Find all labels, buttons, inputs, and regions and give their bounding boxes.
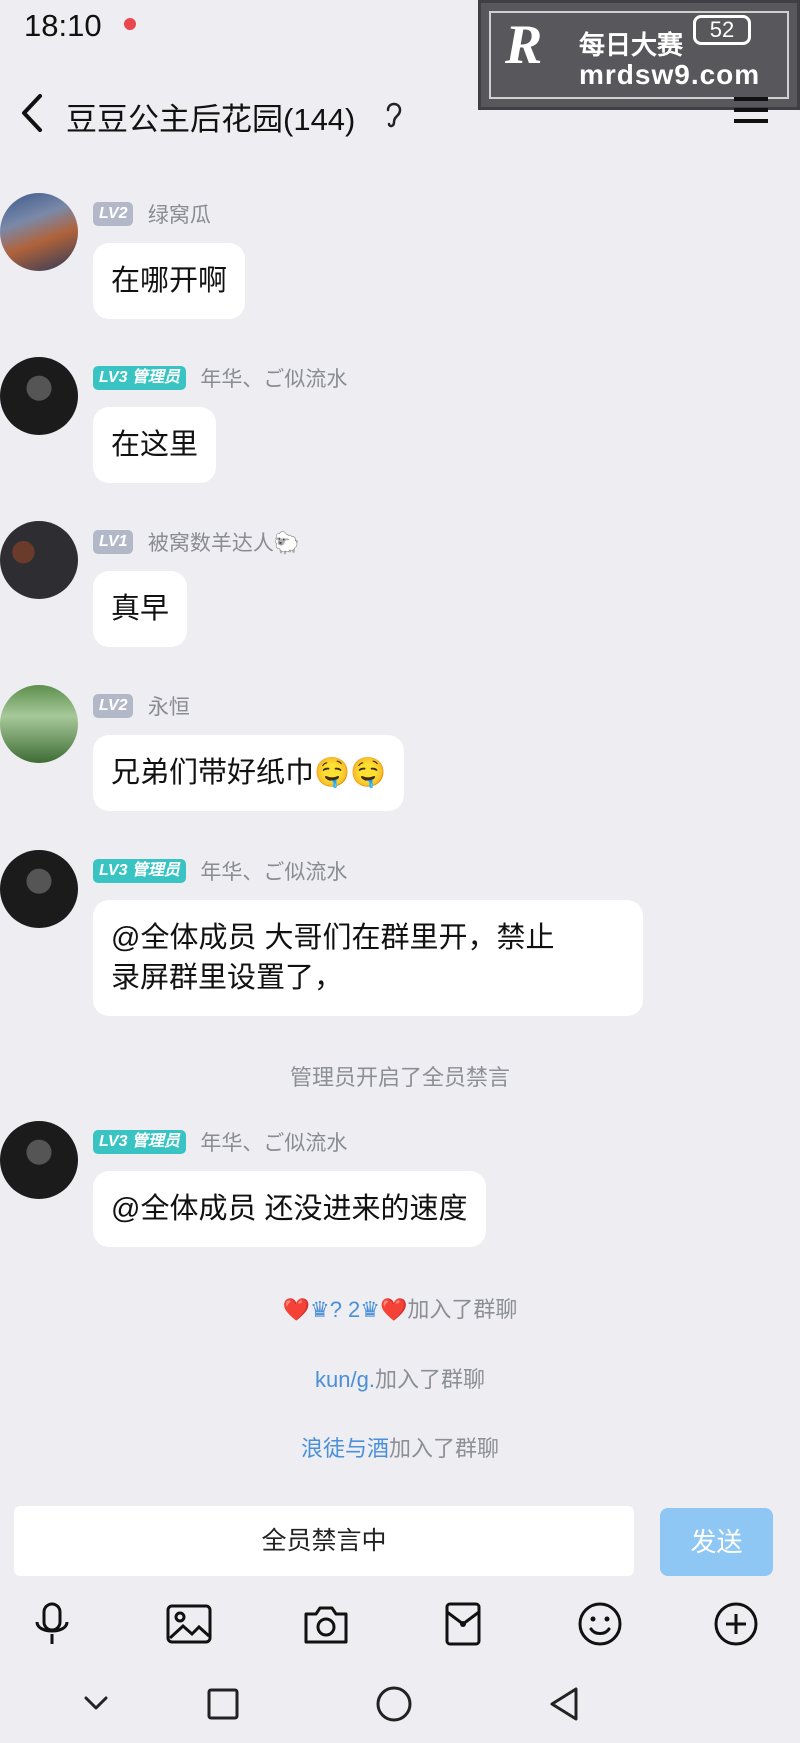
system-notice: 管理员开启了全员禁言 (0, 1060, 800, 1092)
emoji-icon[interactable] (576, 1600, 624, 1648)
message-item: LV3 管理员 年华、ご似流水 在这里 (0, 357, 800, 492)
join-suffix: 加入了群聊 (407, 1297, 518, 1322)
sender-name: 绿窝瓜 (147, 204, 211, 227)
circle-icon[interactable] (374, 1684, 414, 1724)
message-item: LV2 绿窝瓜 在哪开啊 (0, 193, 800, 328)
message-meta: LV3 管理员 年华、ご似流水 (93, 856, 347, 886)
join-notice: 浪徒与酒加入了群聊 (0, 1431, 800, 1463)
message-bubble[interactable]: 真早 (93, 571, 188, 647)
message-bubble[interactable]: @全体成员 大哥们在群里开，禁止 录屏群里设置了， (93, 900, 643, 1016)
avatar[interactable] (0, 521, 78, 599)
avatar[interactable] (0, 1121, 78, 1199)
message-text-line: @全体成员 大哥们在群里开，禁止 (111, 922, 555, 954)
battery-indicator: 52 (693, 15, 751, 45)
level-badge: LV3 管理员 (93, 1130, 186, 1154)
watermark-title: 每日大赛 (579, 30, 684, 60)
message-input[interactable]: 全员禁言中 (14, 1506, 634, 1576)
message-meta: LV3 管理员 年华、ご似流水 (93, 363, 347, 393)
notification-dot (124, 18, 136, 30)
back-icon[interactable] (12, 86, 52, 140)
join-notice: kun/g.加入了群聊 (0, 1362, 800, 1394)
sender-name: 年华、ご似流水 (200, 1132, 348, 1155)
message-bubble[interactable]: 在哪开啊 (93, 243, 246, 319)
chevron-down-icon[interactable] (76, 1684, 116, 1724)
red-packet-icon[interactable] (439, 1600, 487, 1648)
join-notice: ❤️♛? 2♛❤️加入了群聊 (0, 1292, 800, 1324)
sender-name: 被窝数羊达人🐑 (147, 532, 301, 555)
send-button[interactable]: 发送 (660, 1508, 773, 1576)
ear-icon (386, 102, 402, 128)
join-suffix: 加入了群聊 (389, 1436, 500, 1461)
camera-icon[interactable] (302, 1600, 350, 1648)
avatar[interactable] (0, 193, 78, 271)
message-item: LV3 管理员 年华、ご似流水 @全体成员 大哥们在群里开，禁止 录屏群里设置了… (0, 850, 800, 1020)
level-badge: LV2 (93, 202, 134, 226)
level-badge: LV1 (93, 530, 134, 554)
mic-icon[interactable] (28, 1600, 76, 1648)
message-meta: LV2 绿窝瓜 (93, 199, 211, 229)
avatar[interactable] (0, 685, 78, 763)
message-item: LV1 被窝数羊达人🐑 真早 (0, 521, 800, 656)
joined-user-name[interactable]: 浪徒与酒 (301, 1436, 389, 1461)
square-icon[interactable] (203, 1684, 243, 1724)
sender-name: 年华、ご似流水 (200, 861, 348, 884)
message-item: LV2 永恒 兄弟们带好纸巾🤤🤤 (0, 685, 800, 820)
level-badge: LV3 管理员 (93, 366, 186, 390)
chat-header: 豆豆公主后花园(144) (0, 58, 800, 168)
message-meta: LV3 管理员 年华、ご似流水 (93, 1127, 347, 1157)
message-meta: LV2 永恒 (93, 691, 190, 721)
message-bubble[interactable]: 在这里 (93, 407, 217, 483)
mute-notice: 管理员开启了全员禁言 (289, 1065, 510, 1090)
menu-icon[interactable] (734, 96, 768, 124)
avatar[interactable] (0, 357, 78, 435)
message-bubble[interactable]: 兄弟们带好纸巾🤤🤤 (93, 735, 405, 811)
message-bubble[interactable]: @全体成员 还没进来的速度 (93, 1171, 486, 1247)
message-text-line: 录屏群里设置了， (111, 962, 344, 994)
sender-name: 永恒 (147, 696, 190, 719)
joined-user-name[interactable]: kun/g. (315, 1367, 375, 1392)
sender-name: 年华、ご似流水 (200, 368, 348, 391)
joined-user-name[interactable]: ❤️♛? 2♛❤️ (283, 1297, 408, 1322)
join-suffix: 加入了群聊 (374, 1367, 485, 1392)
message-item: LV3 管理员 年华、ご似流水 @全体成员 还没进来的速度 (0, 1121, 800, 1256)
image-icon[interactable] (165, 1600, 213, 1648)
level-badge: LV3 管理员 (93, 859, 186, 883)
chat-title[interactable]: 豆豆公主后花园(144) (66, 94, 355, 139)
message-meta: LV1 被窝数羊达人🐑 (93, 527, 300, 557)
level-badge: LV2 (93, 694, 134, 718)
triangle-back-icon[interactable] (544, 1684, 584, 1724)
plus-icon[interactable] (712, 1600, 760, 1648)
avatar[interactable] (0, 850, 78, 928)
status-time: 18:10 (24, 8, 102, 43)
